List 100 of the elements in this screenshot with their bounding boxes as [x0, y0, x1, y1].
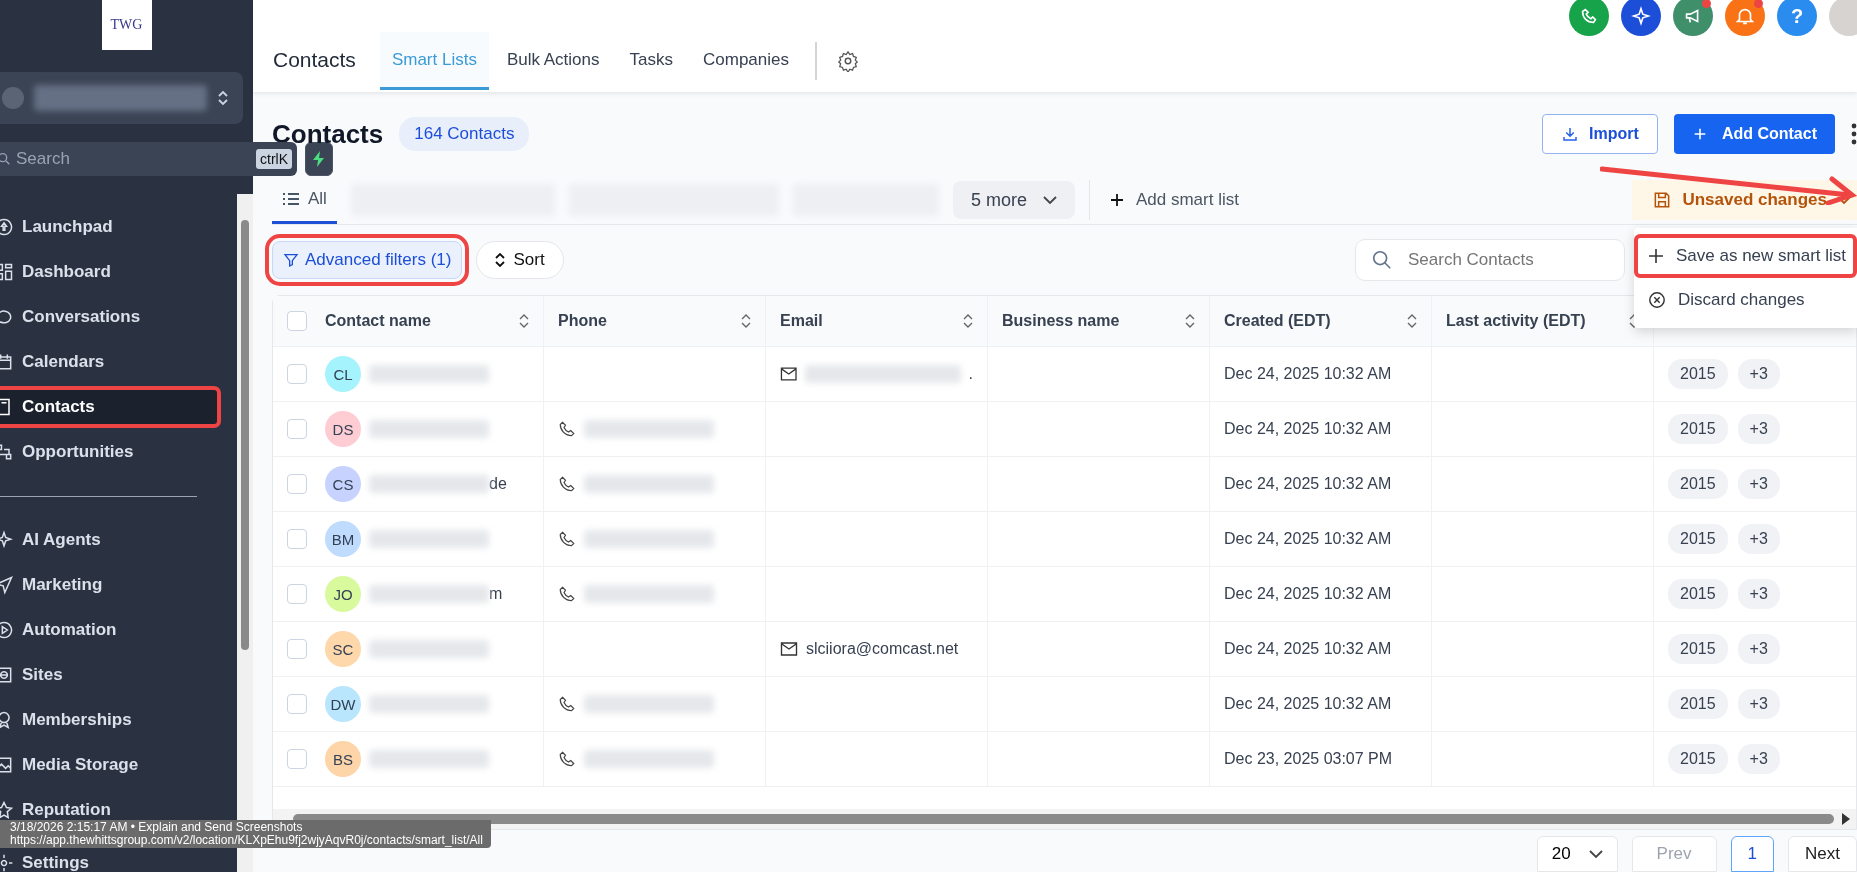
add-contact-button[interactable]: Add Contact — [1673, 114, 1835, 154]
contact-name: de — [489, 475, 507, 493]
column-header[interactable]: Created (EDT) — [1224, 312, 1331, 330]
row-checkbox[interactable] — [287, 529, 307, 549]
chevron-down-icon — [1042, 195, 1057, 205]
phone-icon — [558, 475, 576, 493]
sort-icon[interactable] — [1185, 314, 1195, 328]
initials-avatar: DW — [325, 686, 361, 722]
rocket-icon — [0, 217, 14, 237]
row-checkbox[interactable] — [287, 694, 307, 714]
calendar-icon — [0, 352, 14, 372]
contact-count-badge: 164 Contacts — [399, 117, 530, 151]
row-checkbox[interactable] — [287, 474, 307, 494]
created-date: Dec 24, 2025 10:32 AM — [1224, 365, 1392, 383]
next-page-button[interactable]: Next — [1788, 836, 1857, 872]
mail-icon — [780, 366, 798, 382]
tag-chip: 2015 — [1668, 579, 1728, 609]
created-date: Dec 24, 2025 10:32 AM — [1224, 640, 1392, 658]
email-address: . — [968, 365, 973, 383]
tooltip-url: https://app.thewhittsgroup.com/v2/location/KLXpEhu9fj2wjyAqvR0j/contacts/smart_list/All — [10, 834, 483, 847]
import-button[interactable]: Import — [1542, 114, 1658, 154]
menu-item[interactable]: Save as new smart list — [1634, 234, 1857, 278]
created-date: Dec 24, 2025 10:32 AM — [1224, 530, 1392, 548]
tag-chip: 2015 — [1668, 414, 1728, 444]
initials-avatar: BS — [325, 741, 361, 777]
sort-button[interactable]: Sort — [476, 241, 564, 279]
add-smart-list-button[interactable]: Add smart list — [1103, 189, 1245, 211]
nav-item[interactable]: Launchpad — [0, 207, 237, 247]
star-icon — [0, 800, 14, 820]
initials-avatar: CL — [325, 356, 361, 392]
megaphone-icon[interactable] — [1673, 0, 1713, 36]
column-header[interactable]: Phone — [558, 312, 607, 330]
sparkle-icon[interactable] — [1621, 0, 1661, 36]
scroll-right-arrow-icon[interactable] — [1842, 813, 1850, 825]
created-date: Dec 24, 2025 10:32 AM — [1224, 695, 1392, 713]
filter-icon — [283, 252, 299, 268]
column-header[interactable]: Email — [780, 312, 823, 330]
page-size-dropdown[interactable]: 20 — [1536, 836, 1618, 872]
row-checkbox[interactable] — [287, 419, 307, 439]
created-date: Dec 24, 2025 10:32 AM — [1224, 475, 1392, 493]
tag-chip: +3 — [1737, 414, 1780, 444]
settings-icon[interactable] — [837, 50, 859, 72]
row-checkbox[interactable] — [287, 639, 307, 659]
nav-item[interactable]: Memberships — [0, 700, 237, 740]
sort-icon — [495, 253, 506, 267]
nav-item[interactable]: Dashboard — [0, 252, 237, 292]
row-checkbox[interactable] — [287, 364, 307, 384]
plus-icon — [1648, 248, 1664, 264]
tag-chip: 2015 — [1668, 689, 1728, 719]
column-header[interactable]: Last activity (EDT) — [1446, 312, 1586, 330]
page-title: Contacts — [273, 48, 356, 72]
page-number-button[interactable]: 1 — [1730, 836, 1775, 872]
column-header[interactable]: Business name — [1002, 312, 1120, 330]
smart-list-tab[interactable]: All — [272, 176, 337, 224]
sort-icon[interactable] — [1407, 314, 1417, 328]
row-checkbox[interactable] — [287, 749, 307, 769]
tag-chip: 2015 — [1668, 744, 1728, 774]
sort-icon[interactable] — [741, 314, 751, 328]
more-options-icon[interactable] — [1851, 122, 1857, 146]
phone-icon — [558, 750, 576, 768]
search-contacts-field[interactable]: Search Contacts — [1355, 239, 1625, 281]
row-checkbox[interactable] — [287, 584, 307, 604]
nav-item[interactable]: Automation — [0, 610, 237, 650]
sort-icon[interactable] — [963, 314, 973, 328]
nav-item[interactable]: Marketing — [0, 565, 237, 605]
nav-item[interactable]: Conversations — [0, 297, 237, 337]
tag-chip: 2015 — [1668, 634, 1728, 664]
phone-icon — [558, 530, 576, 548]
select-all-checkbox[interactable] — [287, 311, 307, 331]
quick-action-button[interactable] — [305, 142, 333, 176]
created-date: Dec 24, 2025 10:32 AM — [1224, 585, 1392, 603]
plus-icon — [1109, 193, 1124, 207]
nav-item[interactable]: Calendars — [0, 342, 237, 382]
phone-icon[interactable] — [1569, 0, 1609, 36]
tag-chip: +3 — [1737, 689, 1780, 719]
menu-item[interactable]: Discard changes — [1634, 278, 1857, 322]
phone-icon — [558, 420, 576, 438]
bell-icon[interactable] — [1725, 0, 1765, 36]
nav-item[interactable]: Sites — [0, 655, 237, 695]
nav-item[interactable]: Contacts — [0, 387, 220, 427]
more-lists-dropdown[interactable]: 5 more — [952, 181, 1075, 219]
image-icon — [0, 755, 14, 775]
tab[interactable]: Tasks — [617, 32, 685, 90]
account-switcher[interactable] — [0, 72, 243, 124]
search-icon — [0, 151, 12, 167]
tag-chip: +3 — [1737, 634, 1780, 664]
mail-icon — [780, 641, 798, 657]
flow-icon — [0, 442, 14, 462]
sort-icon[interactable] — [519, 314, 529, 328]
nav-item[interactable]: AI Agents — [0, 520, 237, 560]
contact-name: m — [489, 585, 503, 603]
phone-icon — [558, 585, 576, 603]
nav-item[interactable]: Media Storage — [0, 745, 237, 785]
sparkle-icon — [0, 530, 14, 550]
initials-avatar: DS — [325, 411, 361, 447]
tag-chip: +3 — [1737, 469, 1780, 499]
column-header[interactable]: Contact name — [325, 312, 431, 330]
nav-item[interactable]: Opportunities — [0, 432, 237, 472]
tab[interactable]: Companies — [691, 32, 801, 90]
tab[interactable]: Bulk Actions — [494, 32, 612, 90]
